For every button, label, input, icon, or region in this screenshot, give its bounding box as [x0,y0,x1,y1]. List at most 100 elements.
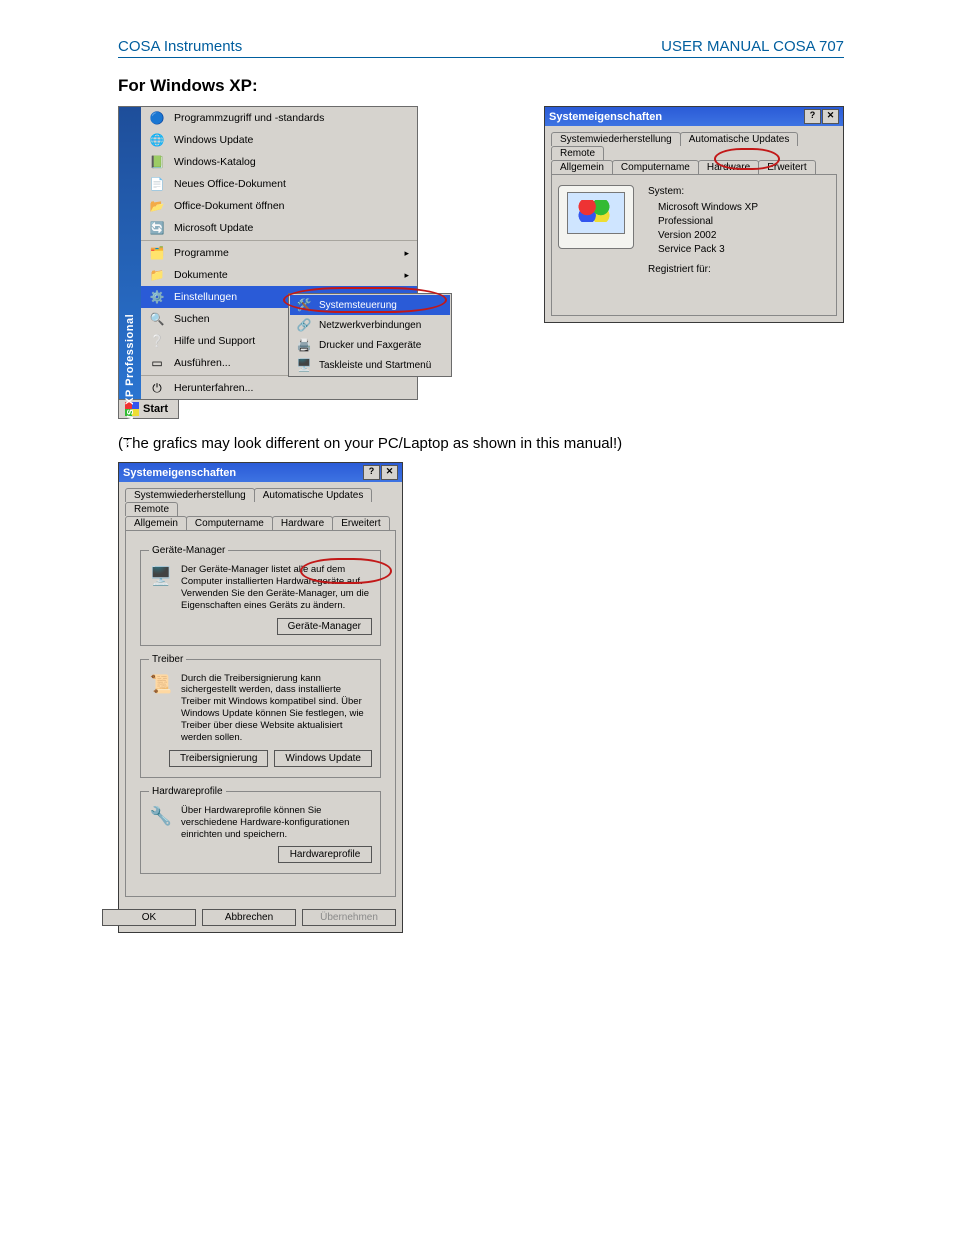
submenu-arrow-icon: ▸ [404,270,409,281]
start-label: Start [143,403,168,415]
tab-erweitert[interactable]: Erweitert [758,160,815,174]
menu-label: Suchen [174,313,210,325]
tab-hardware[interactable]: Hardware [698,160,759,174]
menu-label: Hilfe und Support [174,335,255,347]
system-line: Professional [648,215,758,229]
menu-item-herunterfahren[interactable]: ⏻ Herunterfahren... [141,377,417,399]
treibersignierung-button[interactable]: Treibersignierung [169,750,268,767]
submenu-item-drucker[interactable]: 🖨️ Drucker und Faxgeräte [290,335,450,355]
system-heading: System: [648,185,758,199]
system-line: Service Pack 3 [648,243,758,257]
search-icon: 🔍 [149,311,165,327]
tab-systemwiederherstellung[interactable]: Systemwiederherstellung [125,488,255,502]
close-button[interactable]: ✕ [381,465,398,480]
menu-item-programmzugriff[interactable]: 🔵 Programmzugriff und -standards [141,107,417,129]
programs-icon: 🗂️ [149,245,165,261]
printer-icon: 🖨️ [296,337,312,353]
group-text: Der Geräte-Manager listet alle auf dem C… [181,564,372,612]
tab-row-1: Systemwiederherstellung Automatische Upd… [545,126,843,160]
start-menu: Windows XP Professional 🔵 Programmzugriff… [118,106,418,421]
menu-label: Office-Dokument öffnen [174,200,285,212]
group-legend: Treiber [149,654,186,665]
group-text: Durch die Treibersignierung kann sicherg… [181,673,372,744]
documents-icon: 📁 [149,267,165,283]
header-right: USER MANUAL COSA 707 [661,38,844,55]
separator [141,240,417,241]
dialog-buttons: OK Abbrechen Übernehmen [119,903,402,932]
group-legend: Hardwareprofile [149,786,226,797]
tab-row-2: Allgemein Computername Hardware Erweiter… [119,516,402,530]
tab-automatische-updates[interactable]: Automatische Updates [254,488,373,502]
titlebar: Systemeigenschaften ? ✕ [545,107,843,126]
tab-hardware[interactable]: Hardware [272,516,333,530]
menu-label: Programmzugriff und -standards [174,112,324,124]
menu-item-dokumente[interactable]: 📁 Dokumente ▸ [141,264,417,286]
menu-item-office-dokument-oeffnen[interactable]: 📂 Office-Dokument öffnen [141,195,417,217]
menu-label: Einstellungen [174,291,237,303]
menu-label: Dokumente [174,269,228,281]
control-panel-icon: 🛠️ [296,297,312,313]
hardwareprofile-button[interactable]: Hardwareprofile [278,846,372,863]
windows-update-button[interactable]: Windows Update [274,750,372,767]
menu-item-microsoft-update[interactable]: 🔄Microsoft Update [141,217,417,239]
menu-label: Herunterfahren... [174,382,253,394]
system-info: System: Microsoft Windows XP Professiona… [648,185,758,279]
submenu-label: Taskleiste und Startmenü [319,360,431,371]
system-line: Version 2002 [648,229,758,243]
start-side-label: Windows XP Professional [124,314,136,460]
tab-computername[interactable]: Computername [612,160,699,174]
network-icon: 🔗 [296,317,312,333]
tab-allgemein[interactable]: Allgemein [551,160,613,174]
catalog-icon: 📗 [149,154,165,170]
section-title: For Windows XP: [118,76,844,96]
device-manager-icon: 🖥️ [149,564,173,588]
tab-allgemein[interactable]: Allgemein [125,516,187,530]
tab-remote[interactable]: Remote [125,502,178,516]
submenu-label: Drucker und Faxgeräte [319,340,421,351]
note-text: (The grafics may look different on your … [118,435,844,452]
group-hardwareprofile: Hardwareprofile 🔧 Über Hardwareprofile k… [140,786,381,875]
tab-systemwiederherstellung[interactable]: Systemwiederherstellung [551,132,681,146]
close-button[interactable]: ✕ [822,109,839,124]
tab-erweitert[interactable]: Erweitert [332,516,389,530]
submenu-item-netzwerk[interactable]: 🔗Netzwerkverbindungen [290,315,450,335]
group-treiber: Treiber 📜 Durch die Treibersignierung ka… [140,654,381,778]
monitor-icon [558,185,634,249]
apply-button[interactable]: Übernehmen [302,909,396,926]
submenu-label: Systemsteuerung [319,300,397,311]
new-doc-icon: 📄 [149,176,165,192]
geraete-manager-button[interactable]: Geräte-Manager [277,618,372,635]
start-side-strip: Windows XP Professional [119,107,141,399]
menu-item-windows-update[interactable]: 🌐Windows Update [141,129,417,151]
menu-label: Windows-Katalog [174,156,256,168]
menu-label: Neues Office-Dokument [174,178,286,190]
update-icon: 🌐 [149,132,165,148]
run-icon: ▭ [149,355,165,371]
header-left: COSA Instruments [118,38,242,55]
tab-computername[interactable]: Computername [186,516,273,530]
tab-remote[interactable]: Remote [551,146,604,160]
ms-update-icon: 🔄 [149,220,165,236]
settings-icon: ⚙️ [149,289,165,305]
menu-item-programme[interactable]: 🗂️Programme▸ [141,242,417,264]
cancel-button[interactable]: Abbrechen [202,909,296,926]
menu-item-neues-office-dokument[interactable]: 📄 Neues Office-Dokument [141,173,417,195]
help-button[interactable]: ? [804,109,821,124]
submenu-item-systemsteuerung[interactable]: 🛠️ Systemsteuerung [290,295,450,315]
globe-icon: 🔵 [149,110,165,126]
group-text: Über Hardwareprofile können Sie verschie… [181,805,372,841]
system-properties-dialog-hardware: Systemeigenschaften ? ✕ Systemwiederhers… [118,462,403,933]
menu-label: Programme [174,247,229,259]
submenu-item-taskleiste[interactable]: 🖥️Taskleiste und Startmenü [290,355,450,375]
registered-heading: Registriert für: [648,263,758,277]
titlebar: Systemeigenschaften ? ✕ [119,463,402,482]
tab-row-1: Systemwiederherstellung Automatische Upd… [119,482,402,516]
help-button[interactable]: ? [363,465,380,480]
tab-row-2: Allgemein Computername Hardware Erweiter… [545,160,843,174]
tab-automatische-updates[interactable]: Automatische Updates [680,132,799,146]
system-properties-dialog-general: Systemeigenschaften ? ✕ Systemwiederhers… [544,106,844,323]
shutdown-icon: ⏻ [149,380,165,396]
ok-button[interactable]: OK [102,909,196,926]
open-doc-icon: 📂 [149,198,165,214]
menu-item-windows-katalog[interactable]: 📗 Windows-Katalog [141,151,417,173]
